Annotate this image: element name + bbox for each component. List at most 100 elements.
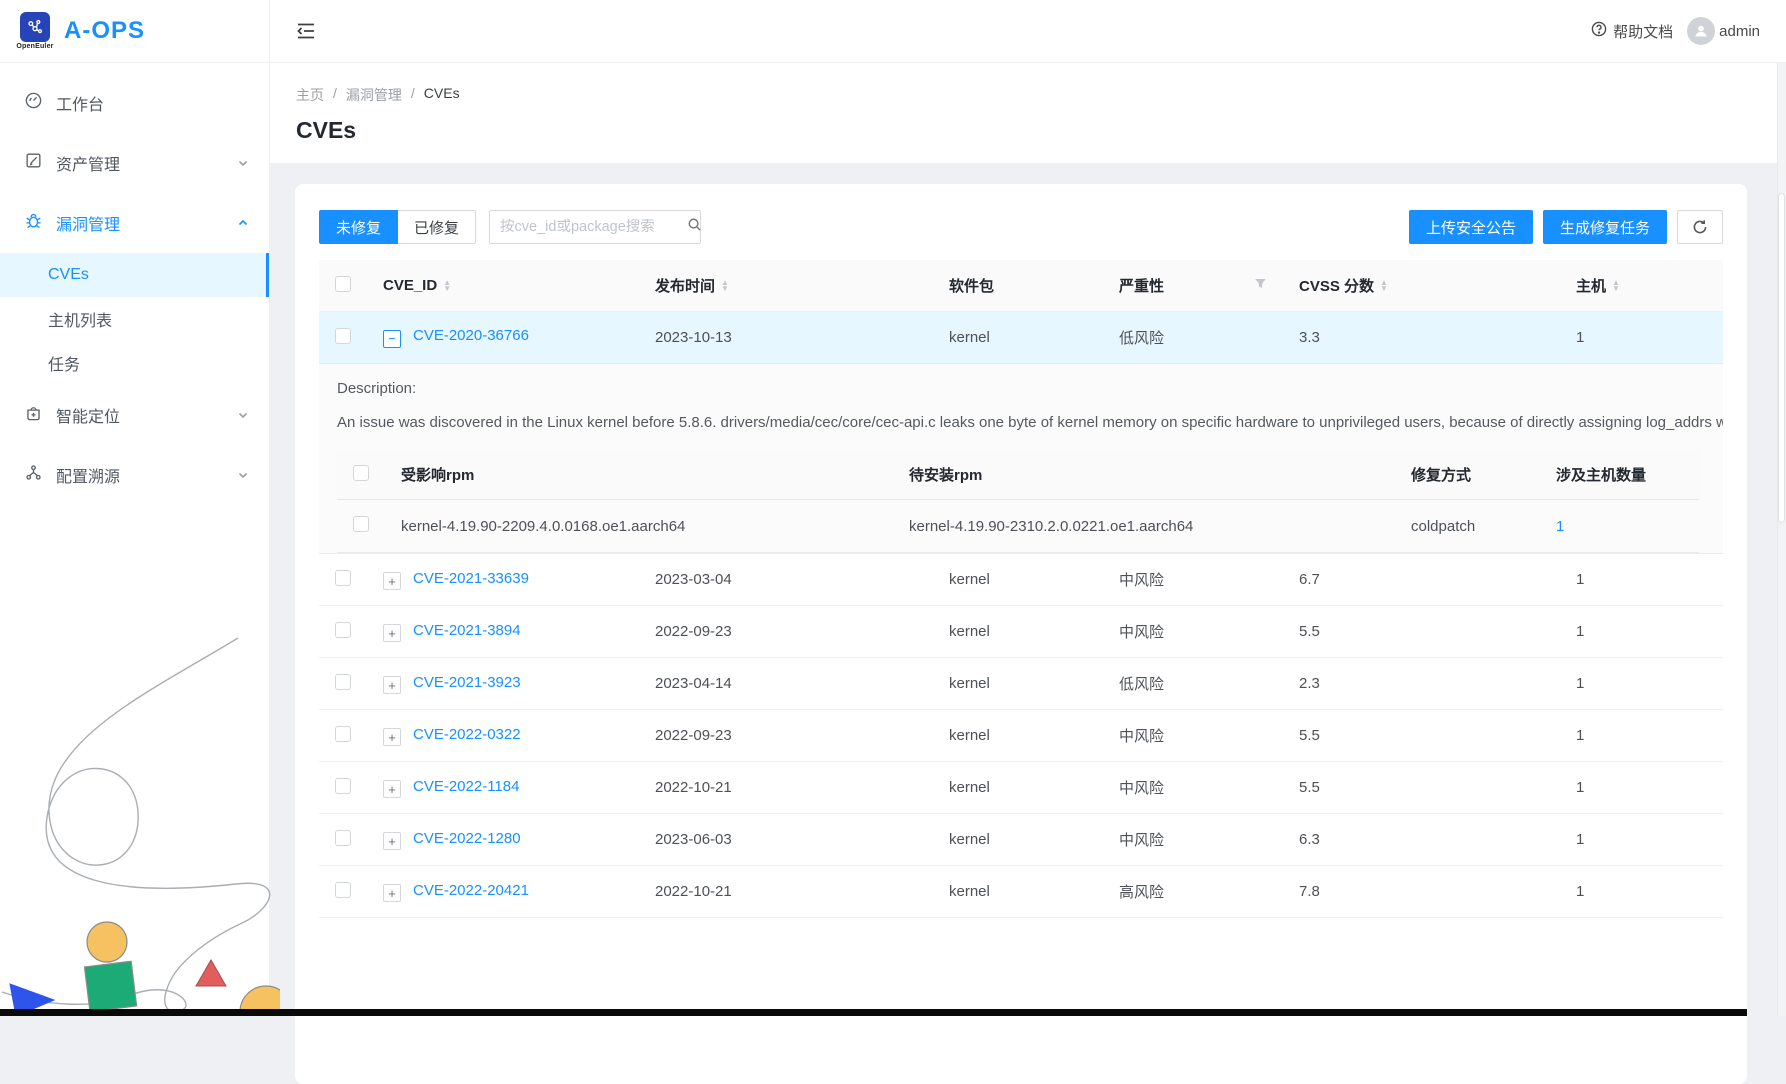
publish-date-cell: 2022-09-23: [639, 606, 933, 658]
edit-icon: [24, 151, 43, 175]
col-publish-date: 发布时间: [655, 275, 715, 296]
table-header-row: CVE_ID ▲▼ 发布时间 ▲▼ 软件包 严重性 CVSS 分数 ▲▼ 主机 …: [319, 260, 1723, 312]
package-cell: kernel: [933, 866, 1103, 918]
publish-date-cell: 2023-06-03: [639, 814, 933, 866]
menu-fold-icon[interactable]: [296, 21, 316, 41]
cvss-cell: 3.3: [1283, 312, 1560, 364]
refresh-button[interactable]: [1677, 210, 1723, 244]
breadcrumb-separator: /: [411, 85, 415, 105]
col-cve-id: CVE_ID: [383, 277, 437, 294]
breadcrumb: 主页 / 漏洞管理 / CVEs: [296, 85, 1786, 105]
sidebar-item-assets[interactable]: 资产管理: [0, 133, 269, 193]
sort-icon[interactable]: ▲▼: [1380, 280, 1388, 292]
col-host-count: 涉及主机数量: [1540, 450, 1699, 500]
upload-advisory-button[interactable]: 上传安全公告: [1409, 210, 1533, 244]
cve-link[interactable]: CVE-2021-33639: [413, 570, 529, 587]
expand-row-button[interactable]: +: [383, 676, 401, 694]
package-cell: kernel: [933, 554, 1103, 606]
expand-row-button[interactable]: +: [383, 624, 401, 642]
page-title: CVEs: [296, 117, 1786, 144]
user-menu[interactable]: admin: [1687, 17, 1760, 45]
sort-icon[interactable]: ▲▼: [443, 280, 451, 292]
toolbar: 未修复 已修复 上传安全公告 生成修复任务: [319, 210, 1723, 244]
unfixed-tab-button[interactable]: 未修复: [319, 210, 398, 244]
sidebar-item-config-trace[interactable]: 配置溯源: [0, 445, 269, 505]
sidebar-item-vulnerability[interactable]: 漏洞管理: [0, 193, 269, 253]
generate-fix-task-button[interactable]: 生成修复任务: [1543, 210, 1667, 244]
sidebar-item-label: 工作台: [56, 91, 104, 115]
cve-link[interactable]: CVE-2022-20421: [413, 882, 529, 899]
cve-link[interactable]: CVE-2022-0322: [413, 726, 521, 743]
bug-icon: [24, 211, 43, 235]
sidebar-item-cves[interactable]: CVEs: [0, 253, 269, 297]
cve-row: +CVE-2022-11842022-10-21kernel中风险5.51: [319, 762, 1723, 814]
package-cell: kernel: [933, 762, 1103, 814]
severity-cell: 中风险: [1103, 762, 1283, 814]
search-icon[interactable]: [687, 217, 702, 237]
user-name: admin: [1719, 23, 1760, 40]
row-checkbox[interactable]: [335, 882, 351, 898]
col-install-rpm: 待安装rpm: [893, 450, 1395, 500]
row-checkbox[interactable]: [335, 328, 351, 344]
search-input[interactable]: [500, 219, 687, 235]
severity-cell: 中风险: [1103, 554, 1283, 606]
expand-row-button[interactable]: +: [383, 884, 401, 902]
sidebar-item-tasks[interactable]: 任务: [0, 341, 269, 385]
rpm-header-row: 受影响rpm待安装rpm修复方式涉及主机数量: [337, 450, 1699, 500]
cve-detail-panel: Description:An issue was discovered in t…: [319, 364, 1723, 553]
openeuler-logo-icon: OpenEuler: [16, 12, 54, 50]
package-cell: kernel: [933, 658, 1103, 710]
breadcrumb-separator: /: [333, 85, 337, 105]
host-count-cell: 1: [1560, 762, 1723, 814]
cve-link[interactable]: CVE-2021-3923: [413, 674, 521, 691]
filter-icon[interactable]: [1254, 277, 1267, 294]
cve-row: +CVE-2021-38942022-09-23kernel中风险5.51: [319, 606, 1723, 658]
severity-cell: 高风险: [1103, 866, 1283, 918]
rpm-row-checkbox[interactable]: [353, 516, 369, 532]
sort-icon[interactable]: ▲▼: [721, 280, 729, 292]
breadcrumb-home[interactable]: 主页: [296, 85, 324, 105]
sidebar-item-smart-locate[interactable]: 智能定位: [0, 385, 269, 445]
chevron-down-icon: [237, 157, 249, 169]
row-checkbox[interactable]: [335, 778, 351, 794]
publish-date-cell: 2023-03-04: [639, 554, 933, 606]
host-count-cell: 1: [1560, 554, 1723, 606]
help-docs-link[interactable]: 帮助文档: [1591, 21, 1673, 42]
cve-row: +CVE-2021-39232023-04-14kernel低风险2.31: [319, 658, 1723, 710]
host-count-cell: 1: [1560, 866, 1723, 918]
host-count-link[interactable]: 1: [1556, 518, 1564, 535]
package-cell: kernel: [933, 606, 1103, 658]
sort-icon[interactable]: ▲▼: [1612, 280, 1620, 292]
fixed-tab-button[interactable]: 已修复: [398, 210, 476, 244]
row-checkbox[interactable]: [335, 830, 351, 846]
page-scrollbar[interactable]: [1777, 63, 1786, 1016]
row-checkbox[interactable]: [335, 570, 351, 586]
publish-date-cell: 2023-10-13: [639, 312, 933, 364]
package-cell: kernel: [933, 710, 1103, 762]
cve-link[interactable]: CVE-2022-1184: [413, 778, 519, 795]
breadcrumb-vuln[interactable]: 漏洞管理: [346, 85, 402, 105]
expand-row-button[interactable]: +: [383, 572, 401, 590]
sidebar-subitem-label: 任务: [48, 351, 80, 375]
rpm-select-all-checkbox[interactable]: [353, 465, 369, 481]
select-all-checkbox[interactable]: [335, 276, 351, 292]
cvss-cell: 5.5: [1283, 606, 1560, 658]
scrollbar-thumb[interactable]: [1778, 193, 1785, 523]
cvss-cell: 6.3: [1283, 814, 1560, 866]
sidebar-item-host-list[interactable]: 主机列表: [0, 297, 269, 341]
host-count-cell: 1: [1560, 606, 1723, 658]
cve-link[interactable]: CVE-2022-1280: [413, 830, 521, 847]
expand-row-button[interactable]: +: [383, 832, 401, 850]
row-checkbox[interactable]: [335, 674, 351, 690]
sidebar: OpenEuler A-OPS 工作台 资产管理: [0, 0, 270, 1016]
expand-row-button[interactable]: +: [383, 780, 401, 798]
cve-row: +CVE-2021-336392023-03-04kernel中风险6.71: [319, 554, 1723, 606]
cve-link[interactable]: CVE-2021-3894: [413, 622, 521, 639]
sidebar-subitem-label: 主机列表: [48, 307, 112, 331]
sidebar-item-workbench[interactable]: 工作台: [0, 73, 269, 133]
row-checkbox[interactable]: [335, 622, 351, 638]
row-checkbox[interactable]: [335, 726, 351, 742]
cve-link[interactable]: CVE-2020-36766: [413, 327, 529, 344]
expand-row-button[interactable]: +: [383, 728, 401, 746]
collapse-row-button[interactable]: −: [383, 330, 401, 348]
